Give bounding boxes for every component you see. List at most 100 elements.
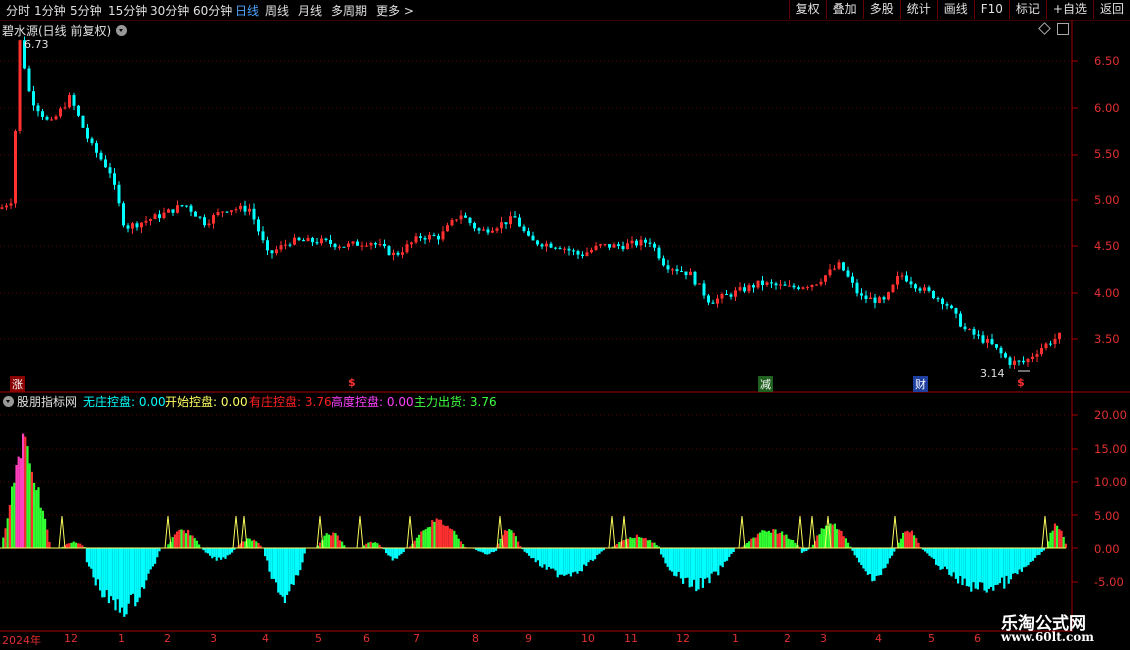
indicator-bar — [4, 528, 7, 548]
indicator-bar — [332, 532, 335, 548]
indicator-bar — [88, 548, 91, 567]
indicator-bar — [1001, 548, 1004, 578]
indicator-bar — [996, 548, 999, 585]
y-tick-label: 6.50 — [1094, 54, 1120, 68]
candle-body — [693, 271, 697, 285]
candle-body — [990, 339, 994, 345]
indicator-bar — [594, 548, 597, 560]
candle-body — [869, 297, 872, 300]
indicator-bar — [26, 446, 29, 548]
indicator-bar — [15, 465, 18, 548]
candle-body — [572, 250, 575, 252]
indicator-bar — [281, 548, 284, 597]
indicator-bar — [719, 548, 722, 566]
indicator-bar — [583, 548, 586, 565]
candle-body — [603, 244, 607, 246]
indicator-bar — [778, 533, 781, 548]
indicator-bar — [145, 548, 148, 581]
indicator-bar — [418, 534, 421, 548]
candle-body — [410, 242, 413, 245]
candle-body — [284, 244, 287, 246]
start-control-spike — [808, 515, 816, 549]
candle-body — [954, 308, 958, 314]
candle-body — [18, 40, 22, 131]
indicator-bar — [858, 548, 861, 563]
indicator-bar — [983, 548, 986, 591]
candle-body — [747, 285, 751, 292]
indicator-bar — [455, 534, 458, 548]
indicator-bar — [840, 531, 843, 548]
signal-marker-dollar-2[interactable]: $ — [1015, 376, 1027, 389]
indicator-bar — [968, 548, 971, 587]
candle-body — [1053, 339, 1057, 345]
candle-body — [932, 290, 935, 299]
indicator-bar — [961, 548, 964, 586]
indicator-bar — [39, 507, 42, 548]
indicator-bar — [369, 541, 372, 548]
candle-body — [153, 214, 157, 220]
y-tick-label: -5.00 — [1094, 575, 1124, 589]
indicator-bar — [420, 531, 423, 548]
candle-body — [473, 223, 476, 229]
candle-body — [630, 240, 634, 244]
signal-marker-dollar-1[interactable]: $ — [346, 376, 358, 389]
signal-marker-zhang[interactable]: 涨 — [10, 376, 25, 392]
indicator-bar — [338, 540, 341, 548]
signal-marker-jian[interactable]: 减 — [758, 376, 773, 392]
x-axis-label: 9 — [525, 632, 532, 645]
indicator-item-label: 开始控盘: — [165, 395, 218, 409]
indicator-bar — [257, 543, 260, 548]
indicator-bar — [2, 537, 5, 548]
indicator-bar — [642, 538, 645, 548]
indicator-bar — [37, 487, 40, 548]
indicator-bar — [437, 519, 440, 548]
candle-body — [315, 242, 319, 244]
indicator-bar — [323, 535, 326, 548]
signal-marker-cai[interactable]: 财 — [913, 376, 928, 392]
candle-body — [9, 203, 13, 206]
indicator-bar — [1027, 548, 1030, 566]
x-axis-label: 2024年 — [2, 634, 41, 647]
indicator-bar — [756, 533, 759, 548]
indicator-bar — [1018, 548, 1021, 570]
indicator-bar — [325, 533, 328, 548]
candle-body — [509, 216, 512, 225]
candle-body — [851, 276, 854, 283]
indicator-bar — [831, 524, 834, 548]
indicator-bar — [998, 548, 1001, 584]
indicator-bar — [580, 548, 583, 572]
indicator-bar — [558, 548, 561, 575]
indicator-item-has-control: 有庄控盘: 3.76 — [249, 393, 332, 410]
candle-body — [936, 298, 940, 300]
indicator-bar — [675, 548, 678, 577]
indicator-bar — [761, 530, 764, 548]
indicator-dropdown-icon[interactable] — [3, 396, 14, 407]
indicator-bar — [66, 543, 69, 548]
y-tick-label: 6.00 — [1094, 101, 1120, 115]
indicator-bar — [85, 548, 88, 563]
indicator-bar — [803, 548, 806, 552]
indicator-bar — [178, 529, 181, 548]
candle-body — [212, 215, 215, 224]
indicator-bar — [550, 548, 553, 569]
candle-body — [266, 240, 269, 251]
indicator-bar — [503, 530, 506, 548]
indicator-bar — [6, 518, 9, 548]
candle-body — [945, 304, 949, 306]
candle-body — [104, 159, 107, 168]
candle-body — [828, 269, 832, 276]
candle-body — [225, 211, 229, 213]
candle-body — [1017, 360, 1021, 362]
candle-body — [405, 244, 409, 253]
candle-body — [50, 119, 53, 121]
x-axis-label: 12 — [676, 632, 690, 645]
indicator-item-label: 高度控盘: — [331, 395, 384, 409]
candle-body — [1040, 348, 1043, 355]
candle-body — [320, 238, 323, 244]
candle-body — [1044, 343, 1048, 349]
indicator-bar — [930, 548, 933, 558]
indicator-bar — [365, 543, 368, 548]
candle-body — [981, 335, 985, 343]
candle-body — [216, 212, 220, 216]
candle-body — [846, 270, 850, 277]
